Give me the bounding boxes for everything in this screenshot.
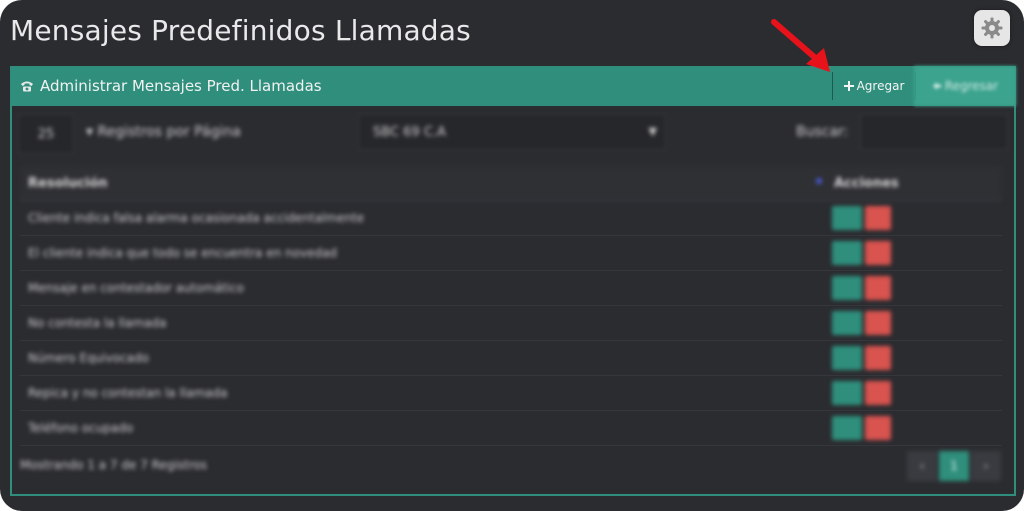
row-actions xyxy=(832,346,891,370)
table-row: Mensaje en contestador automático xyxy=(20,271,1002,306)
add-button-label: Agregar xyxy=(856,79,905,93)
panel-header: Administrar Mensajes Pred. Llamadas Agre… xyxy=(10,66,1016,106)
delete-button[interactable] xyxy=(865,206,891,230)
row-text: Teléfono ocupado xyxy=(28,421,134,435)
edit-button[interactable] xyxy=(832,206,862,230)
return-icon xyxy=(932,82,941,90)
row-actions xyxy=(832,311,891,335)
row-text: Mensaje en contestador automático xyxy=(28,281,244,295)
delete-button[interactable] xyxy=(865,276,891,300)
company-select[interactable]: SBC 69 C.A ▼ xyxy=(358,114,666,150)
column-header-actions: Acciones xyxy=(834,176,899,191)
table-row: El cliente indica que todo se encuentra … xyxy=(20,236,1002,271)
caret-down-icon: ▾ xyxy=(86,124,98,140)
settings-button[interactable] xyxy=(974,10,1010,46)
delete-button[interactable] xyxy=(865,416,891,440)
row-actions xyxy=(832,416,891,440)
return-button[interactable]: Regresar xyxy=(914,66,1016,106)
edit-button[interactable] xyxy=(832,381,862,405)
row-text: Número Equivocado xyxy=(28,351,149,365)
plus-icon xyxy=(843,81,854,91)
delete-button[interactable] xyxy=(865,241,891,265)
row-actions xyxy=(832,276,891,300)
table-info: Mostrando 1 a 7 de 7 Registros xyxy=(20,458,208,472)
pagination-next-button[interactable]: › xyxy=(970,450,1002,482)
column-header-resolution[interactable]: Resolución xyxy=(28,176,108,191)
edit-button[interactable] xyxy=(832,276,862,300)
table-row: Número Equivocado xyxy=(20,341,1002,376)
row-actions xyxy=(832,241,891,265)
panel-title: Administrar Mensajes Pred. Llamadas xyxy=(20,77,322,95)
search-input[interactable] xyxy=(860,114,1008,150)
table-row: No contesta la llamada xyxy=(20,306,1002,341)
table-row: Repica y no contestan la llamada xyxy=(20,376,1002,411)
phone-icon xyxy=(21,81,33,92)
edit-button[interactable] xyxy=(832,346,862,370)
edit-button[interactable] xyxy=(832,241,862,265)
search-label: Buscar: xyxy=(796,124,849,140)
panel-title-text: Administrar Mensajes Pred. Llamadas xyxy=(40,77,322,95)
pagination-page-button[interactable]: 1 xyxy=(938,450,970,482)
row-text: El cliente indica que todo se encuentra … xyxy=(28,246,338,260)
chevron-down-icon: ▼ xyxy=(648,125,657,138)
delete-button[interactable] xyxy=(865,311,891,335)
table-row: Cliente indica falsa alarma ocasionada a… xyxy=(20,201,1002,236)
per-page-label: ▾ Registros por Página xyxy=(86,124,241,140)
row-actions xyxy=(832,206,891,230)
row-text: Cliente indica falsa alarma ocasionada a… xyxy=(28,211,365,225)
row-text: Repica y no contestan la llamada xyxy=(28,386,228,400)
table-controls: 25 ▾ Registros por Página SBC 69 C.A ▼ B… xyxy=(18,114,1008,154)
edit-button[interactable] xyxy=(832,311,862,335)
page-title: Mensajes Predefinidos Llamadas xyxy=(10,14,471,47)
messages-table: Resolución Acciones Cliente indica falsa… xyxy=(20,166,1002,446)
company-select-value: SBC 69 C.A xyxy=(373,124,446,140)
table-header: Resolución Acciones xyxy=(20,166,1002,201)
pagination-prev-button[interactable]: ‹ xyxy=(906,450,938,482)
add-button[interactable]: Agregar xyxy=(832,72,916,100)
per-page-select[interactable]: 25 xyxy=(18,114,74,154)
pagination: ‹ 1 › xyxy=(906,450,1002,482)
edit-button[interactable] xyxy=(832,416,862,440)
return-button-label: Regresar xyxy=(944,79,999,93)
row-actions xyxy=(832,381,891,405)
delete-button[interactable] xyxy=(865,346,891,370)
per-page-value: 25 xyxy=(37,126,55,142)
row-text: No contesta la llamada xyxy=(28,316,167,330)
delete-button[interactable] xyxy=(865,381,891,405)
gear-icon xyxy=(981,17,1003,39)
app-window: Mensajes Predefinidos Llamadas Administr… xyxy=(0,0,1024,511)
sort-icon[interactable] xyxy=(816,178,822,184)
table-row: Teléfono ocupado xyxy=(20,411,1002,446)
